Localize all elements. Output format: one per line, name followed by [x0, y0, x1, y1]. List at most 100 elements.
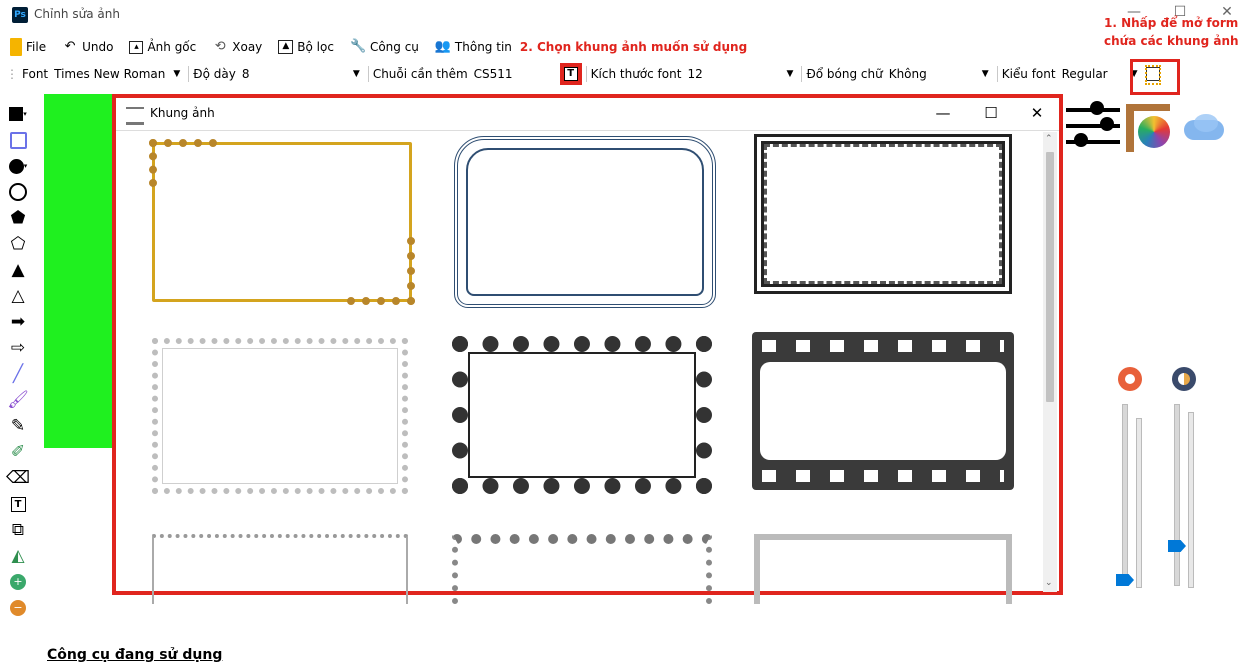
arrow-icon[interactable]: ⇨: [6, 338, 30, 358]
font-label: Font: [22, 67, 49, 81]
menu-original-image[interactable]: ▴ Ảnh gốc: [129, 36, 196, 58]
annotation-step2: 2. Chọn khung ảnh muốn sử dụng: [519, 40, 748, 54]
toolbar-grip: ⋮: [6, 67, 18, 81]
brightness-slider-track[interactable]: [1122, 404, 1128, 586]
fill-icon[interactable]: ◭: [6, 546, 30, 566]
dialog-close-button[interactable]: ✕: [1025, 102, 1049, 124]
separator: [367, 66, 369, 82]
dialog-scrollbar[interactable]: ⌃ ⌄: [1043, 132, 1057, 592]
text-icon: T: [563, 67, 578, 81]
current-tool-label: Công cụ đang sử dụng: [47, 647, 223, 663]
string-input[interactable]: CS511: [474, 67, 560, 81]
thickness-dropdown[interactable]: 8 ▼: [242, 67, 364, 81]
filled-rectangle-icon[interactable]: ▾: [6, 104, 30, 124]
separator: [801, 66, 803, 82]
frame-option-grey-rope[interactable]: [754, 534, 1012, 604]
menu-tools-label: Công cụ: [369, 40, 419, 54]
contrast-icon: [1172, 367, 1196, 391]
format-toolbar: ⋮ Font Times New Roman ▼ Độ dày 8 ▼ Chuỗ…: [0, 62, 1253, 86]
annotation-step1-line2: chứa các khung ảnh: [1104, 34, 1239, 48]
image-canvas[interactable]: [44, 94, 116, 448]
frames-dialog: Khung ảnh — ☐ ✕ ⌃ ⌄: [112, 94, 1063, 604]
font-size-dropdown[interactable]: 12 ▼: [687, 67, 797, 81]
dialog-maximize-button[interactable]: ☐: [979, 102, 1003, 124]
shadow-dropdown[interactable]: Không ▼: [889, 67, 993, 81]
filter-icon: ▲: [278, 40, 294, 54]
chevron-down-icon: ▼: [786, 69, 794, 79]
filled-arrow-icon[interactable]: ➡: [6, 312, 30, 332]
frame-option-grey-floral[interactable]: [452, 534, 712, 604]
image-icon: ▴: [129, 40, 144, 54]
shadow-label: Đổ bóng chữ: [806, 67, 883, 81]
contrast-slider-thumb[interactable]: [1168, 540, 1186, 552]
menu-info-label: Thông tin: [454, 40, 512, 54]
frame-option-film-strip[interactable]: [752, 332, 1014, 490]
dialog-minimize-button[interactable]: —: [931, 102, 955, 124]
frame-option-blue-art-nouveau[interactable]: [454, 136, 716, 308]
thickness-value: 8: [241, 67, 250, 81]
color-picker-icon[interactable]: ✐: [6, 442, 30, 462]
menu-bar: File ↶ Undo ▴ Ảnh gốc ⟲ Xoay ▲ Bộ lọc 🔧 …: [0, 34, 1100, 60]
chevron-up-icon[interactable]: ⌃: [1045, 134, 1053, 144]
annotation-step1-line1: 1. Nhấp để mở form: [1104, 16, 1239, 30]
pentagon-icon[interactable]: ⬠: [6, 234, 30, 254]
text-tool-button[interactable]: T: [559, 63, 582, 85]
font-dropdown[interactable]: Times New Roman ▼: [54, 67, 184, 81]
separator: [188, 66, 190, 82]
dialog-title: Khung ảnh: [150, 106, 215, 120]
app-icon: Ps: [12, 7, 28, 23]
title-bar: [0, 0, 1253, 30]
frame-option-greek-key[interactable]: [754, 134, 1012, 294]
ellipse-icon[interactable]: [6, 182, 30, 202]
menu-filter[interactable]: ▲ Bộ lọc: [278, 36, 334, 58]
menu-tools[interactable]: 🔧 Công cụ: [350, 36, 419, 58]
menu-filter-label: Bộ lọc: [297, 40, 334, 54]
zoom-out-icon[interactable]: −: [6, 598, 30, 618]
menu-undo-label: Undo: [82, 40, 114, 54]
eraser-icon[interactable]: ⌫: [6, 468, 30, 488]
frame-option-light-ornate[interactable]: [152, 338, 408, 494]
crop-icon[interactable]: ⧉: [6, 520, 30, 540]
menu-original-image-label: Ảnh gốc: [147, 40, 197, 54]
triangle-icon[interactable]: △: [6, 286, 30, 306]
menu-file-label: File: [26, 40, 47, 54]
rectangle-icon[interactable]: [6, 130, 30, 150]
frame-option-thin-ornate[interactable]: [152, 534, 408, 604]
filled-triangle-icon[interactable]: ▲: [6, 260, 30, 280]
font-value: Times New Roman: [54, 67, 166, 81]
filled-ellipse-icon[interactable]: ▾: [6, 156, 30, 176]
frame-option-black-floral[interactable]: [452, 336, 712, 494]
brightness-slider-rail: [1136, 418, 1142, 588]
font-style-label: Kiểu font: [1001, 67, 1056, 81]
contrast-slider-track[interactable]: [1174, 404, 1180, 586]
chevron-down-icon: ▼: [173, 69, 181, 79]
font-style-value: Regular: [1061, 67, 1108, 81]
menu-file[interactable]: File: [10, 36, 46, 58]
font-size-value: 12: [687, 67, 703, 81]
blur-cloud-icon[interactable]: [1180, 110, 1228, 144]
menu-rotate[interactable]: ⟲ Xoay: [212, 36, 262, 58]
chevron-down-icon: ▼: [352, 69, 360, 79]
adjust-sliders-icon[interactable]: [1066, 100, 1120, 150]
line-icon[interactable]: ╱: [6, 364, 30, 384]
tools-icon: 🔧: [349, 39, 367, 54]
color-palette-icon[interactable]: [1126, 104, 1170, 152]
file-icon: [10, 38, 22, 56]
frame-option-gold-ornate[interactable]: [149, 139, 415, 305]
menu-info[interactable]: 👥 Thông tin: [435, 36, 512, 58]
chevron-down-icon[interactable]: ⌄: [1045, 578, 1053, 588]
brush-icon[interactable]: 🖌: [6, 390, 30, 410]
pencil-icon[interactable]: ✎: [6, 416, 30, 436]
dialog-title-bar: Khung ảnh — ☐ ✕: [116, 98, 1059, 131]
brightness-slider-thumb[interactable]: [1116, 574, 1134, 586]
rotate-icon: ⟲: [214, 39, 226, 54]
window-title: Chỉnh sửa ảnh: [34, 7, 120, 21]
text-icon[interactable]: T: [6, 494, 30, 514]
scrollbar-thumb[interactable]: [1046, 152, 1054, 402]
filled-pentagon-icon[interactable]: ⬟: [6, 208, 30, 228]
menu-undo[interactable]: ↶ Undo: [62, 36, 114, 58]
brightness-icon: [1118, 367, 1142, 391]
zoom-in-icon[interactable]: +: [6, 572, 30, 592]
frame-icon[interactable]: [1145, 65, 1161, 85]
undo-icon: ↶: [64, 39, 76, 54]
